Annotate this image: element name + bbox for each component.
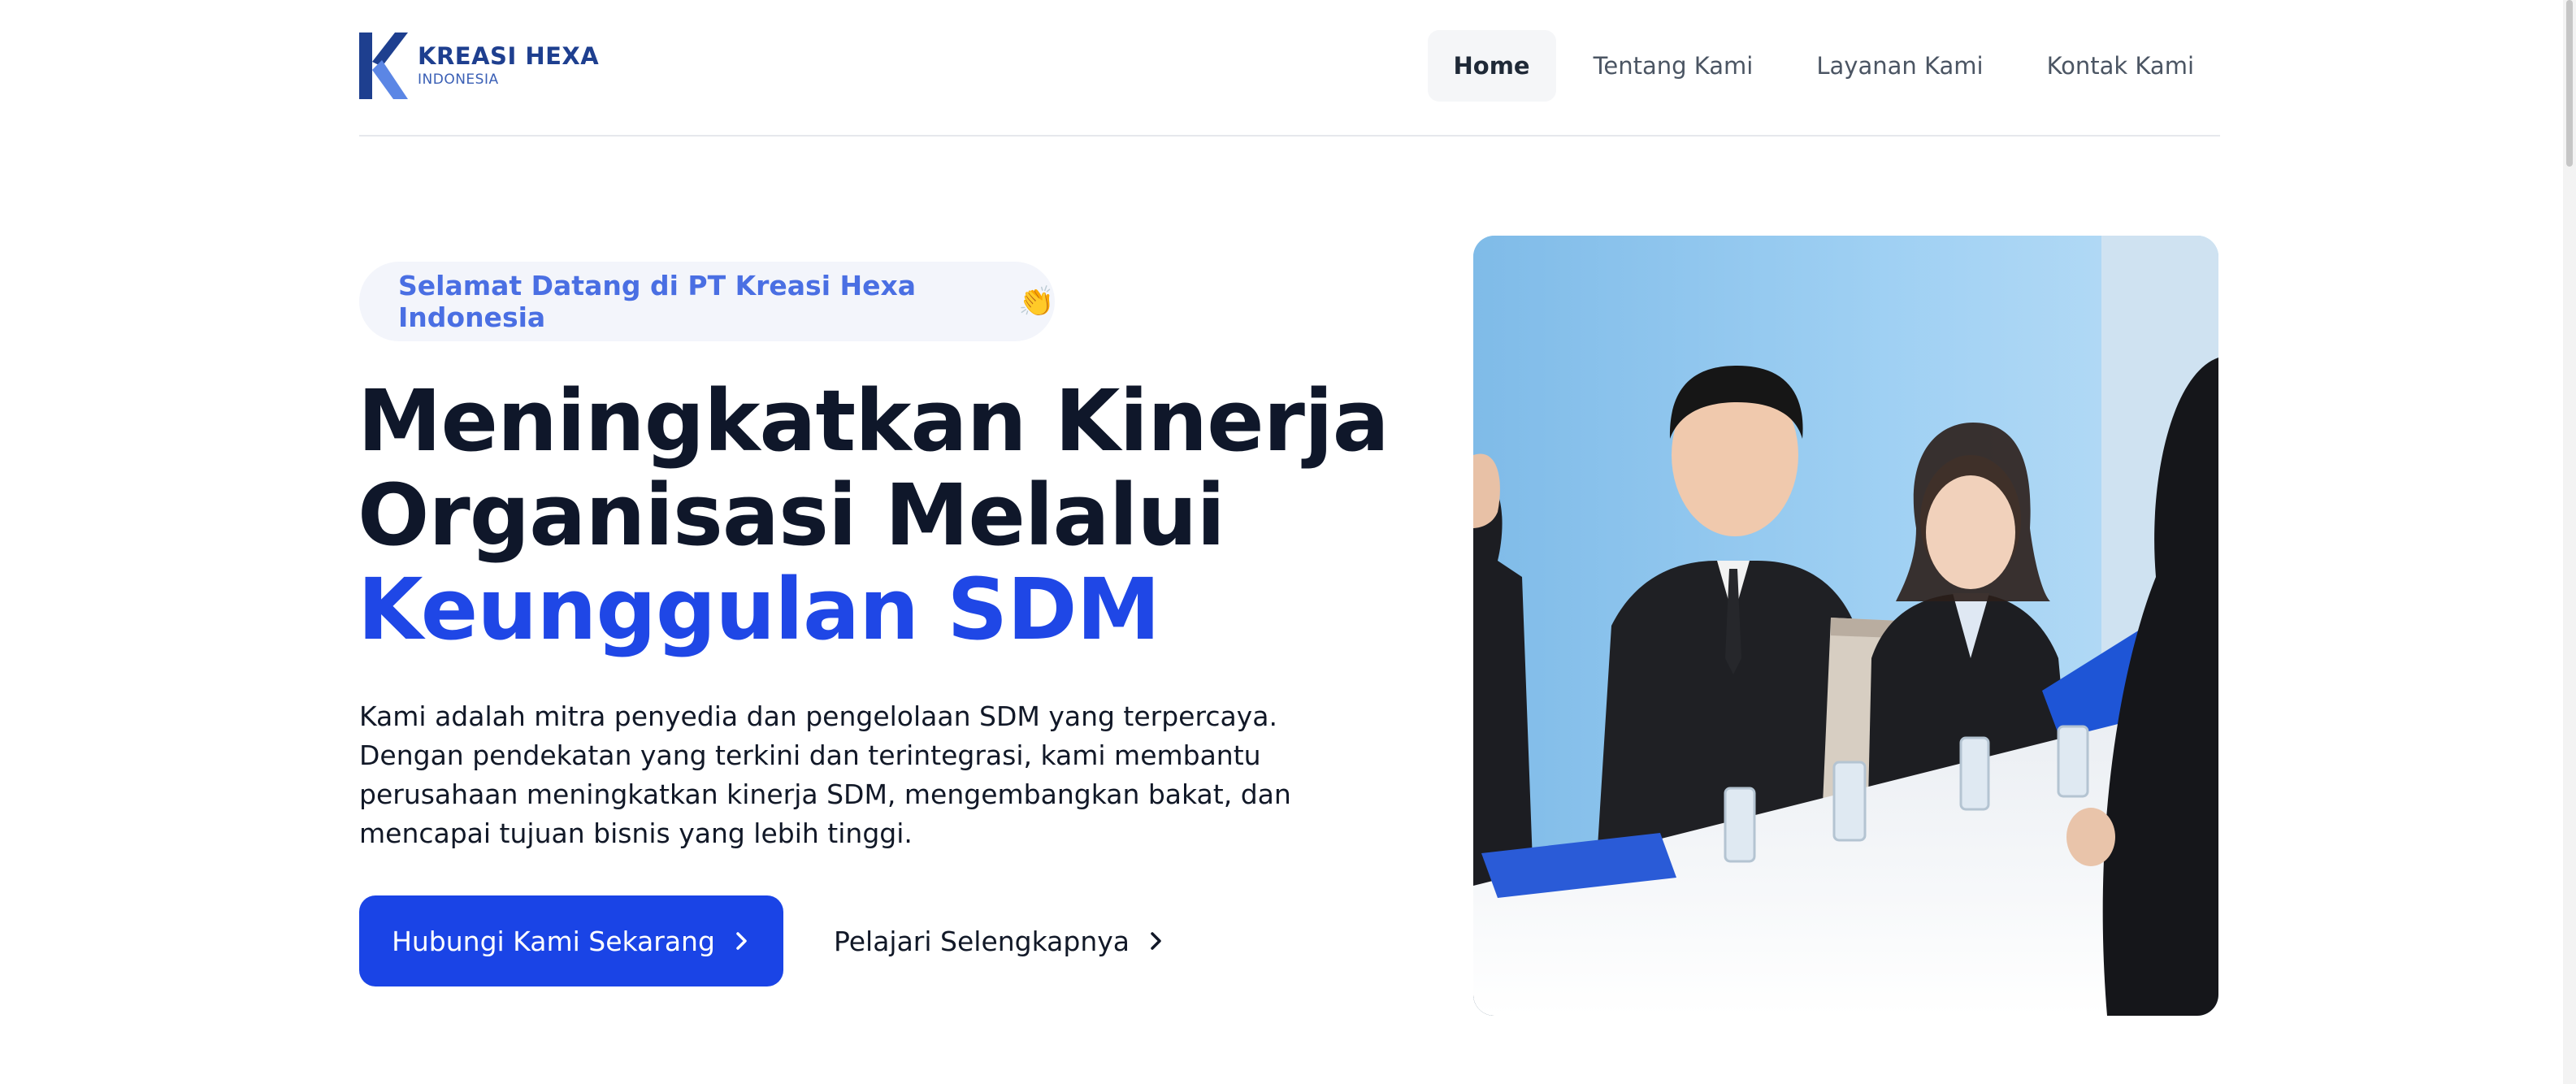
nav-tentang-kami[interactable]: Tentang Kami — [1568, 30, 1780, 102]
welcome-badge: Selamat Datang di PT Kreasi Hexa Indones… — [359, 262, 1055, 341]
headline-line-1: Meningkatkan Kinerja — [358, 371, 1390, 470]
scrollbar-thumb[interactable] — [2566, 0, 2573, 167]
chevron-right-icon — [1151, 932, 1161, 950]
hero-description: Kami adalah mitra penyedia dan pengelola… — [359, 700, 1291, 849]
nav-home[interactable]: Home — [1427, 30, 1556, 102]
page-scrollbar[interactable] — [2563, 0, 2576, 1084]
contact-now-button[interactable]: Hubungi Kami Sekarang — [359, 895, 783, 986]
hero-headline: Meningkatkan Kinerja Organisasi Melalui … — [358, 371, 1390, 659]
meeting-illustration — [1473, 236, 2218, 1016]
brand-subtitle: INDONESIA — [418, 71, 499, 88]
clapping-hands-icon: 👏 — [1018, 285, 1055, 319]
nav-kontak-kami[interactable]: Kontak Kami — [2021, 30, 2220, 102]
headline-accent: Keunggulan SDM — [358, 560, 1160, 659]
welcome-badge-text: Selamat Datang di PT Kreasi Hexa Indones… — [398, 270, 917, 333]
kreasi-hexa-logo-icon — [359, 33, 408, 99]
learn-more-label: Pelajari Selengkapnya — [834, 925, 1130, 957]
contact-now-label: Hubungi Kami Sekarang — [392, 925, 715, 957]
office-meeting-photo — [1473, 236, 2218, 1016]
site-header: KREASI HEXA INDONESIA Home Tentang Kami … — [359, 0, 2220, 137]
headline-line-2: Organisasi Melalui — [358, 466, 1225, 565]
chevron-right-icon — [736, 932, 747, 950]
learn-more-link[interactable]: Pelajari Selengkapnya — [834, 895, 1165, 986]
brand-wordmark: KREASI HEXA INDONESIA — [418, 42, 600, 88]
brand-name: KREASI HEXA — [418, 42, 600, 71]
nav-layanan-kami[interactable]: Layanan Kami — [1790, 30, 2009, 102]
main-nav: Home Tentang Kami Layanan Kami Kontak Ka… — [1427, 29, 2220, 102]
brand-logo[interactable]: KREASI HEXA INDONESIA — [359, 31, 599, 101]
